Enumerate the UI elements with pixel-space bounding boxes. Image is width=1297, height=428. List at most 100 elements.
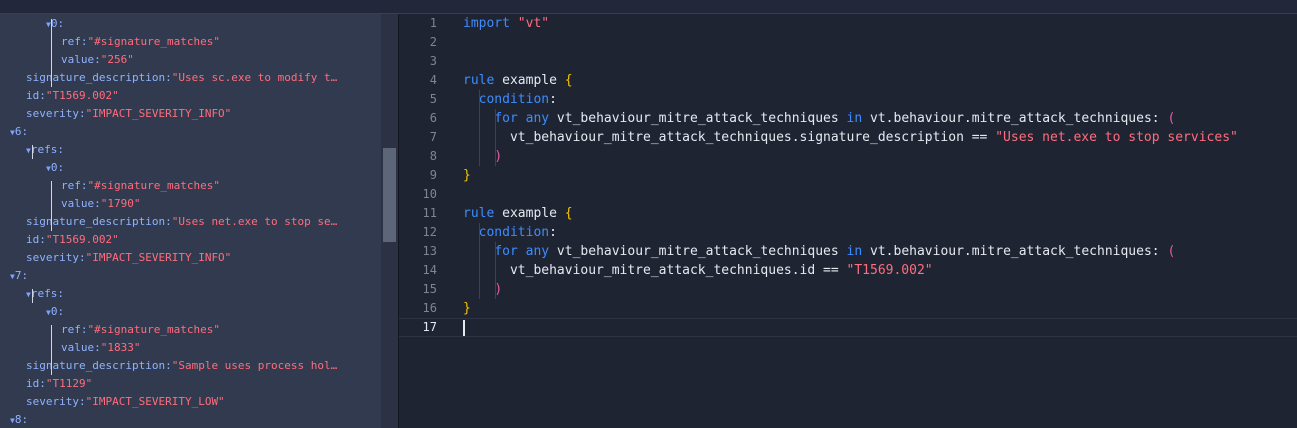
line-number: 8 xyxy=(429,149,437,163)
tree-row[interactable]: ▼6: xyxy=(10,123,28,141)
line-number-gutter: 1 2 3 4 5 6 7 8 9 10 11 12 13 14 15 16 17 xyxy=(399,14,451,428)
tree-row: value:"1790" xyxy=(61,195,141,213)
tree-key: value xyxy=(61,197,95,210)
line-number: 17 xyxy=(422,320,437,334)
line-number: 9 xyxy=(429,168,437,182)
code-line[interactable]: ) xyxy=(463,280,502,299)
tree-row[interactable]: ▼0: xyxy=(46,159,64,177)
code-token: } xyxy=(463,301,471,316)
code-line[interactable]: rule example { xyxy=(463,204,573,223)
tree-value: "IMPACT_SEVERITY_INFO" xyxy=(85,107,232,120)
tree-separator: : xyxy=(94,341,101,354)
code-line[interactable]: ) xyxy=(463,147,502,166)
code-token: { xyxy=(564,206,573,221)
code-token: in xyxy=(846,244,863,259)
tree-row: signature_description:"Sample uses proce… xyxy=(26,357,337,375)
tree-row[interactable]: ▼7: xyxy=(10,267,28,285)
code-token: example xyxy=(494,73,565,88)
code-indent-guide xyxy=(479,90,480,166)
code-line[interactable]: } xyxy=(463,299,471,318)
code-token: vt.behaviour.mitre_attack_techniques: xyxy=(862,111,1168,126)
tree-key: ref xyxy=(61,179,81,192)
tree-separator: : xyxy=(39,377,46,390)
tree-value: "Sample uses process hol… xyxy=(171,359,338,372)
code-line[interactable]: for any vt_behaviour_mitre_attack_techni… xyxy=(463,109,1175,128)
tree-row: signature_description:"Uses sc.exe to mo… xyxy=(26,69,337,87)
tree-separator: : xyxy=(165,215,172,228)
code-token: "Uses net.exe to stop services" xyxy=(995,130,1238,145)
tree-key: ref xyxy=(61,323,81,336)
tree-row[interactable]: ▼0: xyxy=(46,15,64,33)
code-indent-guide xyxy=(495,109,496,166)
tree-key: id xyxy=(26,89,40,102)
line-number: 7 xyxy=(429,130,437,144)
tree-key: severity xyxy=(26,395,79,408)
tree-key: severity xyxy=(26,107,79,120)
line-number: 13 xyxy=(422,244,437,258)
code-line[interactable]: import "vt" xyxy=(463,14,549,33)
tree-separator: : xyxy=(94,197,101,210)
tree-key: signature_description xyxy=(26,215,166,228)
tree-value: "Uses sc.exe to modify t… xyxy=(171,71,338,84)
code-token: "vt" xyxy=(517,16,550,31)
tree-separator: : xyxy=(57,287,64,300)
text-cursor xyxy=(463,320,465,336)
tree-separator: : xyxy=(78,107,86,120)
tree-separator: : xyxy=(80,35,88,48)
tree-indent-guide xyxy=(32,145,33,159)
tree-row: severity:"IMPACT_SEVERITY_LOW" xyxy=(26,393,225,411)
tree-separator: : xyxy=(94,53,101,66)
tree-scrollbar-thumb[interactable] xyxy=(383,148,396,242)
code-token: ( xyxy=(1167,244,1176,259)
tree-separator: : xyxy=(165,71,172,84)
code-token: vt_behaviour_mitre_attack_techniques xyxy=(549,244,847,259)
code-line[interactable]: } xyxy=(463,166,471,185)
line-number: 3 xyxy=(429,54,437,68)
json-tree-panel[interactable]: ▼0: ref:"#signature_matches" value:"256" si… xyxy=(0,14,381,428)
tree-row[interactable]: ▼0: xyxy=(46,303,64,321)
tree-key: refs xyxy=(30,143,58,156)
tree-separator: : xyxy=(165,359,172,372)
tree-separator: : xyxy=(39,89,46,102)
tree-row: ref:"#signature_matches" xyxy=(61,33,220,51)
code-token: for any xyxy=(494,244,550,259)
code-editor[interactable]: 1 2 3 4 5 6 7 8 9 10 11 12 13 14 15 16 17 import "vt" rul… xyxy=(399,14,1297,428)
code-line[interactable]: vt_behaviour_mitre_attack_techniques.sig… xyxy=(463,128,1238,147)
line-number: 16 xyxy=(422,301,437,315)
tree-key: id xyxy=(26,377,40,390)
tree-value: "#signature_matches" xyxy=(87,323,220,336)
tree-key: severity xyxy=(26,251,79,264)
code-token: rule xyxy=(463,206,495,221)
code-token: for any xyxy=(494,111,550,126)
tree-row: ref:"#signature_matches" xyxy=(61,321,220,339)
code-token: condition xyxy=(478,225,550,240)
code-token: ( xyxy=(1167,111,1176,126)
code-token: } xyxy=(463,168,471,183)
tree-indent-guide xyxy=(51,325,52,375)
code-line[interactable]: condition: xyxy=(463,223,557,242)
code-token: "T1569.002" xyxy=(846,263,933,278)
code-line[interactable]: vt_behaviour_mitre_attack_techniques.id … xyxy=(463,261,933,280)
line-number: 14 xyxy=(422,263,437,277)
tree-separator: : xyxy=(57,305,65,318)
tree-separator: : xyxy=(80,323,88,336)
tree-value: "T1569.002" xyxy=(45,89,119,102)
code-token: vt.behaviour.mitre_attack_techniques: xyxy=(862,244,1168,259)
code-line[interactable]: condition: xyxy=(463,90,557,109)
tree-scrollbar[interactable] xyxy=(381,14,398,428)
code-token: vt_behaviour_mitre_attack_techniques.sig… xyxy=(463,130,996,145)
tree-separator: : xyxy=(78,395,86,408)
code-line[interactable]: rule example { xyxy=(463,71,573,90)
tree-separator: : xyxy=(78,251,86,264)
tree-separator: : xyxy=(57,143,64,156)
tree-indent-guide xyxy=(51,19,52,87)
tree-row: id:"T1569.002" xyxy=(26,231,119,249)
tree-separator: : xyxy=(57,17,65,30)
line-number: 1 xyxy=(429,16,437,30)
code-token: rule xyxy=(463,73,495,88)
code-line[interactable]: for any vt_behaviour_mitre_attack_techni… xyxy=(463,242,1175,261)
tree-value: "IMPACT_SEVERITY_INFO" xyxy=(85,251,232,264)
tree-row[interactable]: ▼8: xyxy=(10,411,28,428)
